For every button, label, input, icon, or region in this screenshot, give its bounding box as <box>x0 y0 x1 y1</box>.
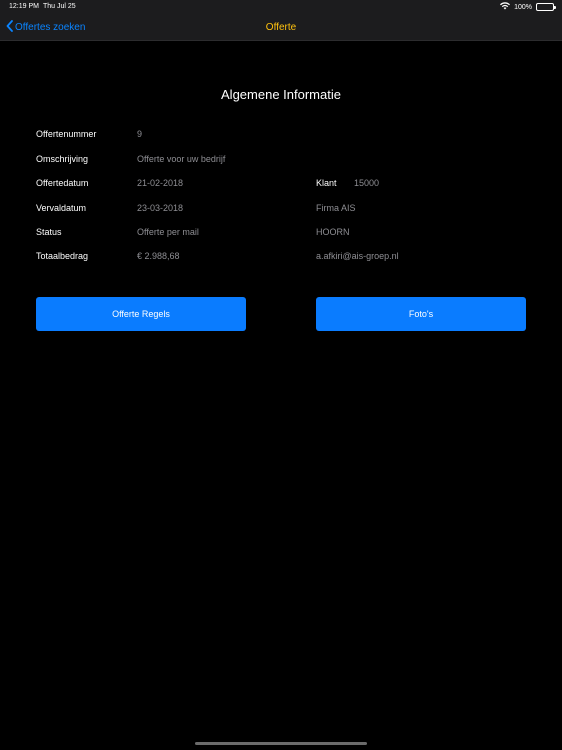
battery-percent: 100% <box>514 3 532 11</box>
status-value: Offerte per mail <box>137 227 199 237</box>
navigation-bar: Offertes zoeken Offerte <box>0 14 562 41</box>
klant-label: Klant <box>316 178 337 188</box>
totaalbedrag-label: Totaalbedrag <box>36 251 89 261</box>
offertenummer-label: Offertenummer <box>36 129 97 139</box>
omschrijving-value: Offerte voor uw bedrijf <box>137 154 226 164</box>
offertedatum-label: Offertedatum <box>36 178 89 188</box>
klant-name: Firma AIS <box>316 203 356 213</box>
status-bar: 12:19 PM Thu Jul 25 100% <box>0 0 562 14</box>
wifi-icon <box>500 2 511 12</box>
status-time: 12:19 PM <box>9 3 39 10</box>
klant-city: HOORN <box>316 227 350 237</box>
section-title: Algemene Informatie <box>221 87 341 102</box>
status-label: Status <box>36 227 62 237</box>
offertedatum-value: 21-02-2018 <box>137 178 184 188</box>
offerte-regels-button[interactable]: Offerte Regels <box>36 297 246 331</box>
totaalbedrag-value: € 2.988,68 <box>137 251 180 261</box>
status-date: Thu Jul 25 <box>43 3 76 10</box>
battery-icon <box>536 3 556 11</box>
page-title: Offerte <box>265 22 297 33</box>
omschrijving-label: Omschrijving <box>36 154 89 164</box>
vervaldatum-label: Vervaldatum <box>36 203 87 213</box>
status-right: 100% <box>500 2 556 12</box>
fotos-button[interactable]: Foto's <box>316 297 526 331</box>
vervaldatum-value: 23-03-2018 <box>137 203 184 213</box>
home-indicator[interactable] <box>195 742 367 745</box>
offertenummer-value: 9 <box>137 129 143 139</box>
klant-email[interactable]: a.afkiri@ais-groep.nl <box>316 251 399 261</box>
klant-number: 15000 <box>354 178 380 188</box>
